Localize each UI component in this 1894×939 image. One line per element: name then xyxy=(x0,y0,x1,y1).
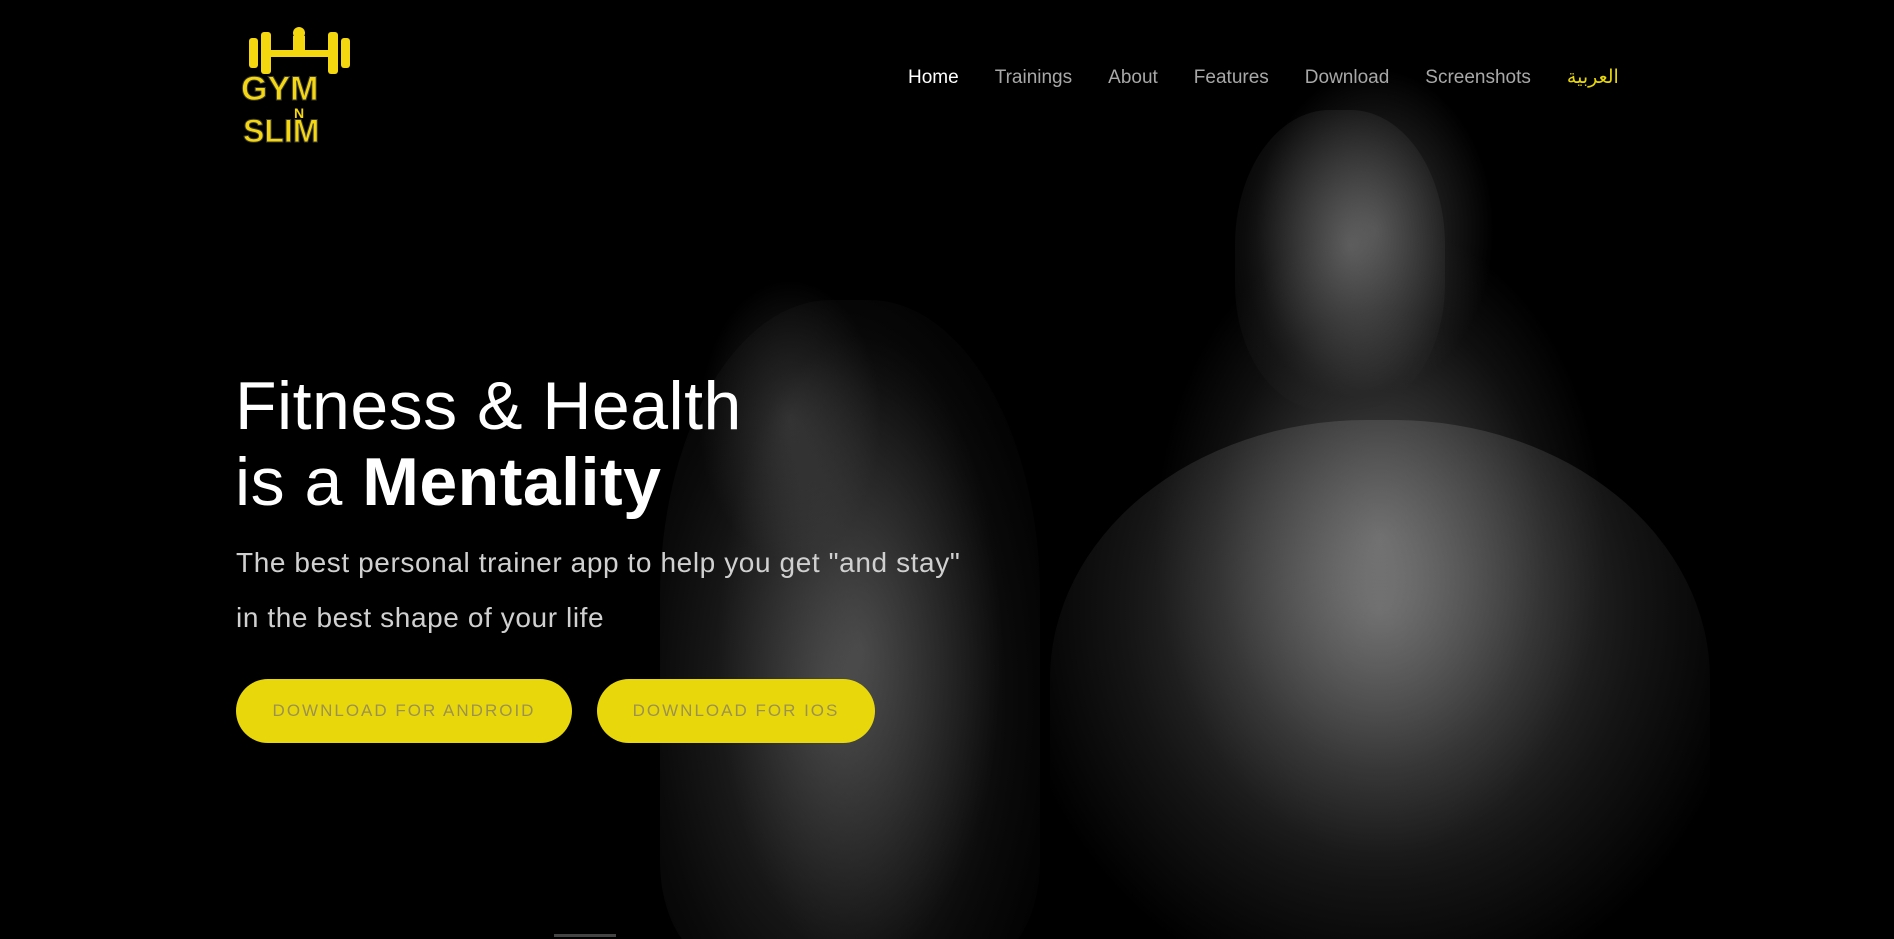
gym-n-slim-logo[interactable]: GYM N SLIM xyxy=(237,24,362,150)
nav-about[interactable]: About xyxy=(1108,66,1158,90)
download-android-button[interactable]: DOWNLOAD FOR ANDROID xyxy=(236,679,572,743)
svg-text:GYM: GYM xyxy=(241,70,318,108)
nav-trainings[interactable]: Trainings xyxy=(995,66,1072,90)
dumbbell-logo-icon: GYM N SLIM xyxy=(241,27,350,150)
nav-home[interactable]: Home xyxy=(908,66,959,90)
hero-title-line2-prefix: is a xyxy=(235,444,363,520)
hero-subtitle-line1: The best personal trainer app to help yo… xyxy=(236,547,961,578)
nav-features[interactable]: Features xyxy=(1194,66,1269,90)
man-athlete-head-photo xyxy=(1235,110,1445,410)
hero-title: Fitness & Health is a Mentality xyxy=(235,368,742,520)
hero-subtitle: The best personal trainer app to help yo… xyxy=(236,535,1096,645)
hero-title-line1: Fitness & Health xyxy=(235,368,742,444)
svg-text:SLIM: SLIM xyxy=(243,113,319,146)
nav-download[interactable]: Download xyxy=(1305,66,1390,90)
man-athlete-torso-photo xyxy=(1050,420,1710,939)
download-ios-button[interactable]: DOWNLOAD FOR IOS xyxy=(597,679,875,743)
main-nav: Home Trainings About Features Download S… xyxy=(908,66,1619,90)
landing-page: GYM N SLIM Home Trainings About Features… xyxy=(0,0,1894,939)
scroll-indicator xyxy=(554,934,616,937)
nav-screenshots[interactable]: Screenshots xyxy=(1425,66,1531,90)
hero-title-highlight: Mentality xyxy=(362,444,662,520)
language-switch-arabic[interactable]: العربية xyxy=(1567,66,1619,90)
hero-subtitle-line2: in the best shape of your life xyxy=(236,602,605,633)
